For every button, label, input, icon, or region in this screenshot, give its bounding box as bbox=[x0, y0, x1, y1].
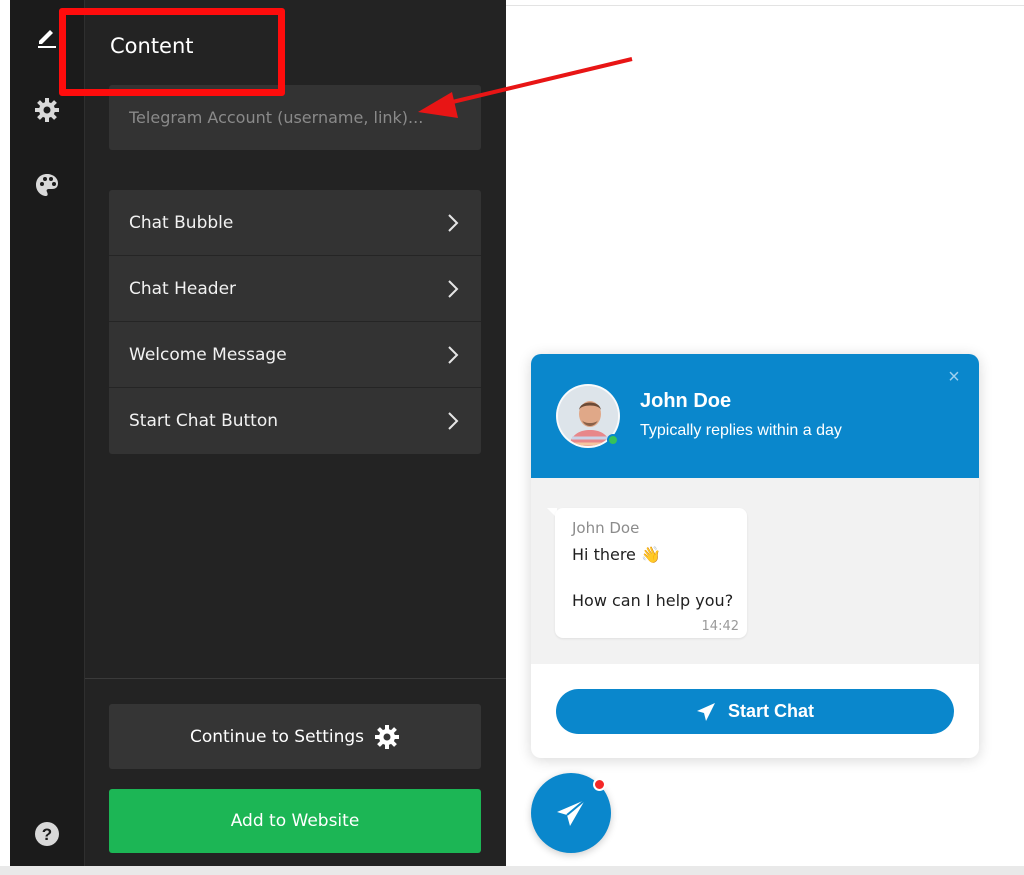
message-author: John Doe bbox=[572, 519, 640, 537]
help-icon[interactable]: ? bbox=[33, 820, 61, 848]
menu-item-label: Chat Header bbox=[129, 278, 237, 299]
gear-icon bbox=[375, 724, 400, 749]
chevron-right-icon bbox=[448, 412, 459, 430]
sidebar-rail: ? bbox=[0, 0, 85, 866]
menu-item-label: Welcome Message bbox=[129, 344, 287, 365]
menu-item-welcome-message[interactable]: Welcome Message bbox=[109, 322, 481, 388]
chevron-right-icon bbox=[448, 279, 459, 298]
chat-body: John Doe Hi there 👋 How can I help you? … bbox=[531, 478, 979, 664]
send-icon bbox=[557, 799, 586, 826]
continue-to-settings-button[interactable]: Continue to Settings bbox=[109, 704, 481, 769]
menu-item-chat-header[interactable]: Chat Header bbox=[109, 256, 481, 322]
content-menu: Chat Bubble Chat Header Welcome Message … bbox=[109, 190, 481, 454]
chevron-right-icon bbox=[448, 345, 459, 364]
start-chat-label: Start Chat bbox=[727, 701, 814, 721]
add-to-website-button[interactable]: Add to Website bbox=[109, 789, 481, 853]
chevron-right-icon bbox=[448, 213, 459, 232]
message-greeting: Hi there 👋 bbox=[572, 545, 661, 564]
preview-top-border bbox=[506, 5, 1024, 6]
continue-label: Continue to Settings bbox=[189, 726, 365, 747]
message-question: How can I help you? bbox=[572, 591, 734, 610]
chat-header: John Doe Typically replies within a day … bbox=[531, 354, 979, 478]
send-icon bbox=[696, 702, 715, 721]
online-status-dot bbox=[607, 434, 619, 446]
pencil-icon[interactable] bbox=[33, 22, 61, 50]
welcome-message-bubble: John Doe Hi there 👋 How can I help you? … bbox=[555, 508, 747, 638]
close-icon[interactable]: × bbox=[943, 366, 965, 388]
app-root: ? Content Chat Bubble Chat Header Welcom… bbox=[0, 0, 1024, 875]
panel-divider bbox=[85, 678, 506, 679]
highlight-box-annotation bbox=[59, 8, 285, 96]
start-chat-button[interactable]: Start Chat bbox=[556, 689, 954, 734]
message-timestamp: 14:42 bbox=[701, 619, 739, 634]
menu-item-label: Start Chat Button bbox=[129, 411, 279, 431]
content-panel: Content Chat Bubble Chat Header Welcome … bbox=[85, 0, 506, 866]
chat-widget: John Doe Typically replies within a day … bbox=[531, 354, 979, 758]
agent-reply-time: Typically replies within a day bbox=[640, 422, 842, 439]
menu-item-chat-bubble[interactable]: Chat Bubble bbox=[109, 190, 481, 256]
bottom-scroll-bar bbox=[0, 866, 1024, 875]
agent-name: John Doe bbox=[640, 390, 732, 412]
notification-dot bbox=[593, 778, 606, 791]
palette-icon[interactable] bbox=[33, 171, 61, 199]
gear-icon[interactable] bbox=[33, 96, 61, 124]
menu-item-label: Chat Bubble bbox=[129, 212, 234, 233]
menu-item-start-chat-button[interactable]: Start Chat Button bbox=[109, 388, 481, 454]
rail-edge bbox=[0, 0, 10, 866]
svg-text:?: ? bbox=[42, 825, 52, 844]
